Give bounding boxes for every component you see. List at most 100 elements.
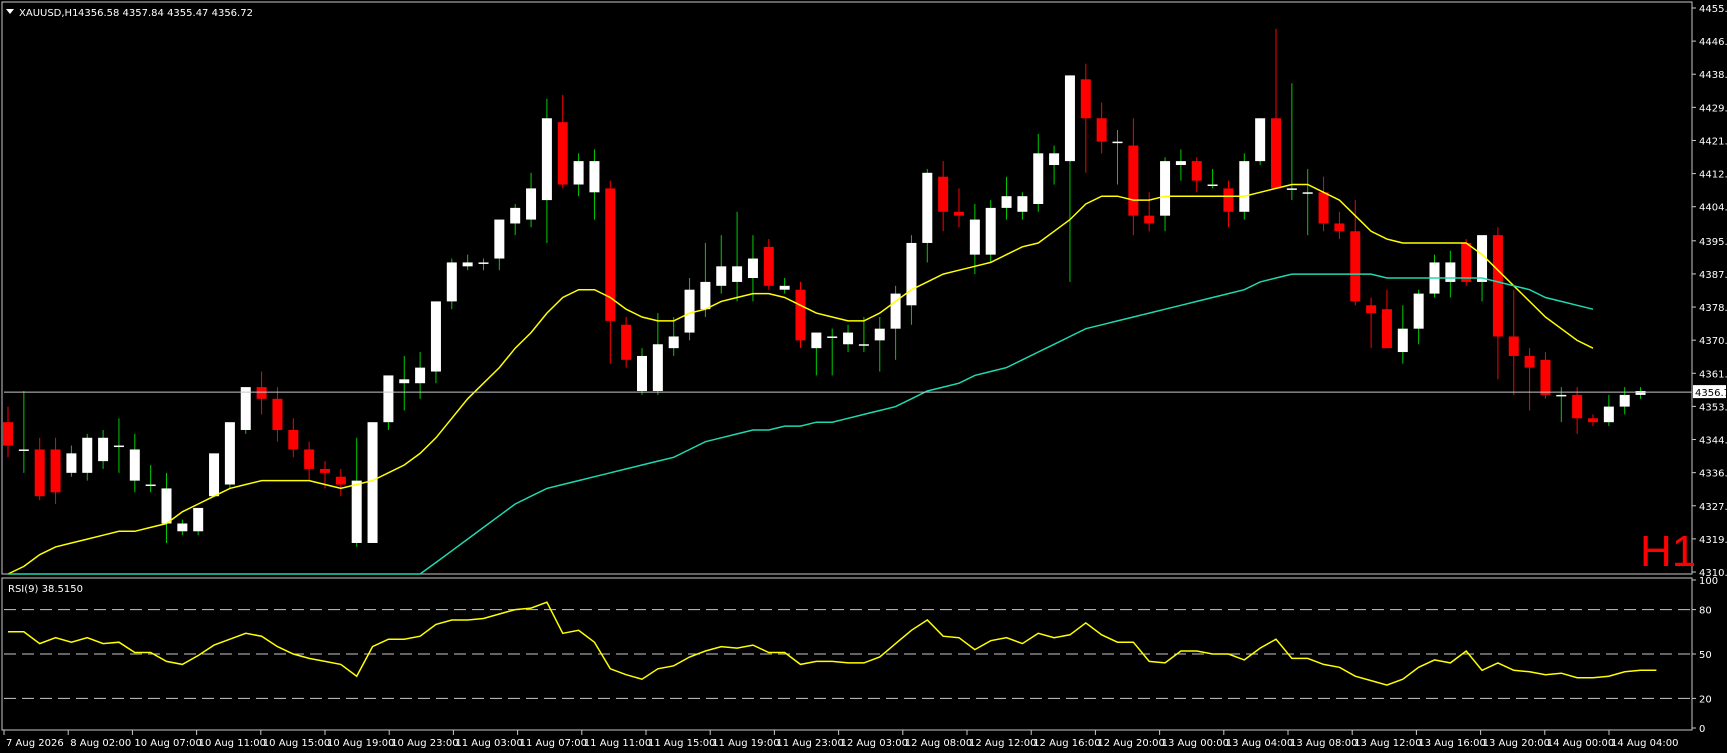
- candle-body: [668, 336, 679, 349]
- price-tick-label: 4421.30: [1699, 136, 1727, 147]
- candle-body: [145, 484, 156, 487]
- candle-body: [1461, 242, 1472, 282]
- candle: [795, 281, 806, 349]
- candle-body: [383, 375, 394, 423]
- candle-body: [843, 332, 854, 345]
- price-tick-label: 4446.80: [1699, 37, 1727, 48]
- current-price-label: 4356.72: [1695, 388, 1727, 399]
- candle-body: [621, 324, 632, 360]
- candle-body: [1112, 141, 1123, 144]
- candle: [224, 422, 235, 489]
- candle-body: [1175, 161, 1186, 166]
- rsi-axis: 100 80 50 20 0: [1692, 576, 1718, 735]
- time-tick-label: 13 Aug 04:00: [1226, 738, 1293, 749]
- candle-body: [763, 246, 774, 286]
- candle-body: [716, 266, 727, 286]
- candle-body: [18, 449, 29, 451]
- price-tick-label: 4387.05: [1699, 270, 1727, 281]
- price-tick-label: 4412.80: [1699, 170, 1727, 181]
- candle-body: [684, 289, 695, 333]
- candle-body: [3, 422, 13, 446]
- time-tick-label: 12 Aug 16:00: [1033, 738, 1100, 749]
- candle-body: [161, 488, 172, 524]
- symbol-label: XAUUSD,H1: [19, 8, 78, 19]
- candle-body: [1334, 223, 1345, 232]
- candle-body: [1017, 196, 1028, 212]
- candle-body: [1318, 192, 1329, 224]
- candle-body: [1619, 394, 1630, 407]
- candle-body: [1223, 188, 1234, 212]
- candle-body: [589, 161, 600, 193]
- candle-body: [827, 336, 838, 338]
- candle-body: [1492, 235, 1503, 337]
- candle-body: [954, 211, 964, 216]
- price-tick-label: 4378.55: [1699, 303, 1727, 314]
- candle-body: [1366, 305, 1377, 314]
- candle-body: [1572, 394, 1583, 419]
- candle-body: [969, 219, 980, 255]
- candle-body: [985, 207, 996, 255]
- candle: [209, 453, 220, 497]
- candle-body: [367, 422, 378, 543]
- time-tick-label: 12 Aug 20:00: [1097, 738, 1164, 749]
- candle-body: [129, 449, 140, 481]
- candle: [367, 422, 378, 543]
- candle-body: [526, 188, 537, 220]
- candle-body: [874, 328, 885, 341]
- candle: [193, 507, 204, 536]
- time-tick-label: 10 Aug 07:00: [134, 738, 201, 749]
- candle-body: [113, 445, 124, 448]
- price-tick-label: 4344.55: [1699, 436, 1727, 447]
- candle-body: [1064, 75, 1075, 162]
- candle-body: [288, 429, 299, 450]
- candle-body: [795, 289, 806, 341]
- rsi-tick-label: 0: [1699, 724, 1705, 735]
- candle-body: [224, 422, 235, 485]
- price-tick-label: 4404.30: [1699, 203, 1727, 214]
- candle-body: [209, 453, 220, 497]
- candle-body: [573, 161, 584, 185]
- candle-body: [1556, 394, 1567, 397]
- candle-body: [1540, 359, 1551, 395]
- rsi-tick-label: 80: [1699, 606, 1712, 617]
- price-tick-label: 4429.80: [1699, 103, 1727, 114]
- candle-body: [1397, 328, 1408, 353]
- candle-body: [1255, 118, 1266, 162]
- candle-body: [494, 219, 505, 259]
- candle-body: [1413, 293, 1424, 329]
- candle: [430, 301, 441, 384]
- candle-body: [1286, 188, 1297, 190]
- time-tick-label: 11 Aug 19:00: [712, 738, 779, 749]
- candle: [383, 375, 394, 430]
- time-tick-label: 13 Aug 08:00: [1290, 738, 1357, 749]
- candle-body: [66, 453, 77, 473]
- candle-body: [510, 207, 521, 224]
- candle-body: [1080, 79, 1091, 119]
- time-tick-label: 11 Aug 07:00: [520, 738, 587, 749]
- candle-body: [34, 449, 45, 497]
- rsi-pane[interactable]: [1, 577, 1693, 731]
- price-tick-label: 4327.55: [1699, 502, 1727, 513]
- candle-body: [1001, 196, 1012, 208]
- candle-body: [256, 387, 267, 399]
- candle-body: [1191, 161, 1202, 181]
- time-tick-label: 13 Aug 20:00: [1483, 738, 1550, 749]
- candle-body: [637, 355, 647, 392]
- price-tick-label: 4370.05: [1699, 336, 1727, 347]
- candle-body: [1524, 355, 1535, 368]
- time-tick-label: 13 Aug 12:00: [1354, 738, 1421, 749]
- rsi-indicator-label: RSI(9) 38.5150: [8, 584, 83, 595]
- candle: [985, 200, 996, 263]
- price-tick-label: 4353.05: [1699, 402, 1727, 413]
- candle-body: [1271, 118, 1281, 189]
- candle: [1239, 153, 1250, 220]
- trading-chart[interactable]: 4455.30 4446.80 4438.30 4429.80 4421.30 4412.…: [0, 0, 1727, 753]
- candle-body: [177, 523, 188, 532]
- candle-body: [922, 172, 933, 243]
- candle-body: [906, 242, 917, 306]
- rsi-tick-label: 50: [1699, 650, 1712, 661]
- candle-body: [811, 332, 822, 349]
- candle-body: [1381, 309, 1392, 349]
- candle-body: [557, 122, 568, 185]
- rsi-tick-label: 100: [1699, 576, 1718, 587]
